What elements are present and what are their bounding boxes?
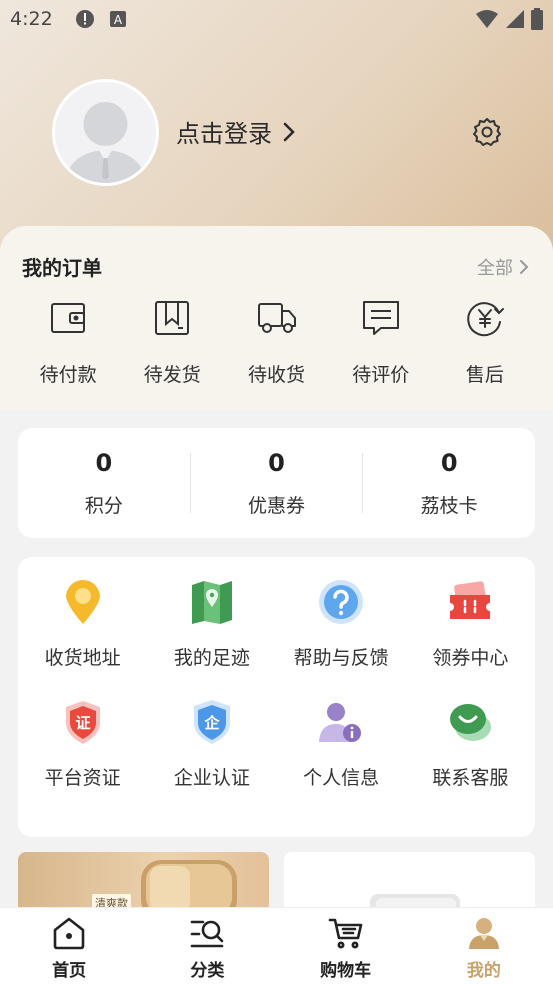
- bottom-tab-bar: 首页 分类 购物车 我的: [0, 907, 553, 984]
- signal-icon: [506, 10, 524, 28]
- status-time: 4:22: [10, 8, 53, 30]
- gear-icon[interactable]: [472, 117, 502, 147]
- svg-text:企: 企: [203, 714, 220, 732]
- login-link[interactable]: 点击登录: [176, 114, 296, 149]
- stat-value: 0: [95, 448, 113, 477]
- comment-icon: [362, 301, 399, 335]
- product-image: [141, 860, 237, 912]
- service-label: 个人信息: [303, 767, 380, 789]
- service-help[interactable]: 帮助与反馈: [277, 577, 406, 670]
- stat-label: 荔枝卡: [420, 494, 478, 517]
- product-image: [370, 894, 460, 912]
- stat-value: 0: [268, 448, 285, 477]
- profile-icon: [468, 918, 499, 949]
- stat-label: 积分: [84, 494, 123, 517]
- stat-lychee-card[interactable]: 0 荔枝卡: [363, 449, 535, 518]
- alert-icon: [75, 10, 94, 28]
- tab-label: 分类: [190, 961, 225, 981]
- battery-icon: [531, 8, 543, 30]
- coupon-icon: [450, 581, 491, 619]
- tab-label: 购物车: [320, 961, 372, 981]
- order-after-sales[interactable]: 售后: [433, 298, 537, 387]
- refund-icon: [467, 302, 504, 337]
- service-footprints[interactable]: 我的足迹: [147, 577, 276, 670]
- status-bar: 4:22 A: [0, 0, 553, 38]
- order-pending-receipt[interactable]: 待收货: [224, 298, 328, 387]
- home-icon: [53, 917, 85, 950]
- chevron-right-icon: [520, 260, 529, 274]
- order-pending-payment[interactable]: 待付款: [16, 298, 120, 387]
- orders-all-label: 全部: [477, 258, 513, 279]
- enterprise-shield-icon: 企: [193, 700, 230, 744]
- login-label: 点击登录: [176, 120, 272, 148]
- wallet-icon: [51, 303, 86, 333]
- tab-label: 我的: [466, 961, 501, 981]
- tab-category[interactable]: 分类: [138, 908, 276, 984]
- chevron-right-icon: [283, 122, 295, 141]
- wifi-icon: [476, 10, 498, 28]
- svg-text:A: A: [114, 13, 123, 27]
- truck-icon: [257, 303, 296, 333]
- service-label: 联系客服: [432, 767, 509, 789]
- service-coupon-center[interactable]: 领券中心: [406, 577, 535, 670]
- location-pin-icon: [65, 580, 100, 624]
- orders-card: 我的订单 全部 待付款 待发货 待收货 待评价 售后: [0, 226, 553, 410]
- stat-value: 0: [440, 448, 458, 477]
- svg-text:证: 证: [75, 714, 90, 732]
- map-icon: [191, 581, 232, 624]
- package-icon: [155, 301, 190, 335]
- order-item-label: 待收货: [248, 364, 306, 386]
- orders-all-link[interactable]: 全部: [477, 254, 529, 280]
- order-item-label: 待评价: [352, 364, 410, 386]
- tab-profile[interactable]: 我的: [415, 908, 553, 984]
- service-label: 我的足迹: [173, 647, 250, 669]
- person-info-icon: [319, 703, 362, 742]
- stat-coupons[interactable]: 0 优惠券: [191, 449, 363, 518]
- order-item-label: 售后: [465, 364, 504, 386]
- cart-icon: [328, 918, 362, 949]
- service-label: 收货地址: [44, 647, 121, 669]
- help-icon: [319, 580, 364, 624]
- service-personal-info[interactable]: 个人信息: [277, 697, 406, 790]
- user-avatar-icon[interactable]: [52, 79, 159, 186]
- category-search-icon: [191, 920, 224, 948]
- services-card: 收货地址 我的足迹 帮助与反馈 领券中心 证 平台资证 企 企业认证 个人信息 …: [18, 557, 535, 837]
- product-card-right[interactable]: [284, 852, 535, 912]
- customer-service-icon: [450, 704, 492, 741]
- service-label: 领券中心: [432, 647, 509, 669]
- service-label: 企业认证: [173, 767, 250, 789]
- stat-label: 优惠券: [248, 494, 306, 517]
- stats-card: 0 积分 0 优惠券 0 荔枝卡: [18, 428, 535, 538]
- service-address[interactable]: 收货地址: [18, 577, 147, 670]
- tab-label: 首页: [52, 961, 87, 981]
- certificate-icon: 证: [65, 701, 100, 744]
- service-enterprise-cert[interactable]: 企 企业认证: [147, 697, 276, 790]
- tab-cart[interactable]: 购物车: [277, 908, 415, 984]
- service-customer-support[interactable]: 联系客服: [406, 697, 535, 790]
- product-card-left[interactable]: 清爽款: [18, 852, 269, 912]
- orders-title: 我的订单: [22, 256, 102, 280]
- order-item-label: 待发货: [143, 364, 201, 386]
- tab-home[interactable]: 首页: [0, 908, 138, 984]
- order-pending-review[interactable]: 待评价: [329, 298, 433, 387]
- service-label: 帮助与反馈: [293, 647, 389, 669]
- service-platform-cert[interactable]: 证 平台资证: [18, 697, 147, 790]
- order-item-label: 待付款: [39, 364, 97, 386]
- service-label: 平台资证: [44, 767, 121, 789]
- keyboard-a-icon: A: [109, 11, 126, 27]
- order-pending-shipment[interactable]: 待发货: [120, 298, 224, 387]
- stat-points[interactable]: 0 积分: [18, 449, 190, 518]
